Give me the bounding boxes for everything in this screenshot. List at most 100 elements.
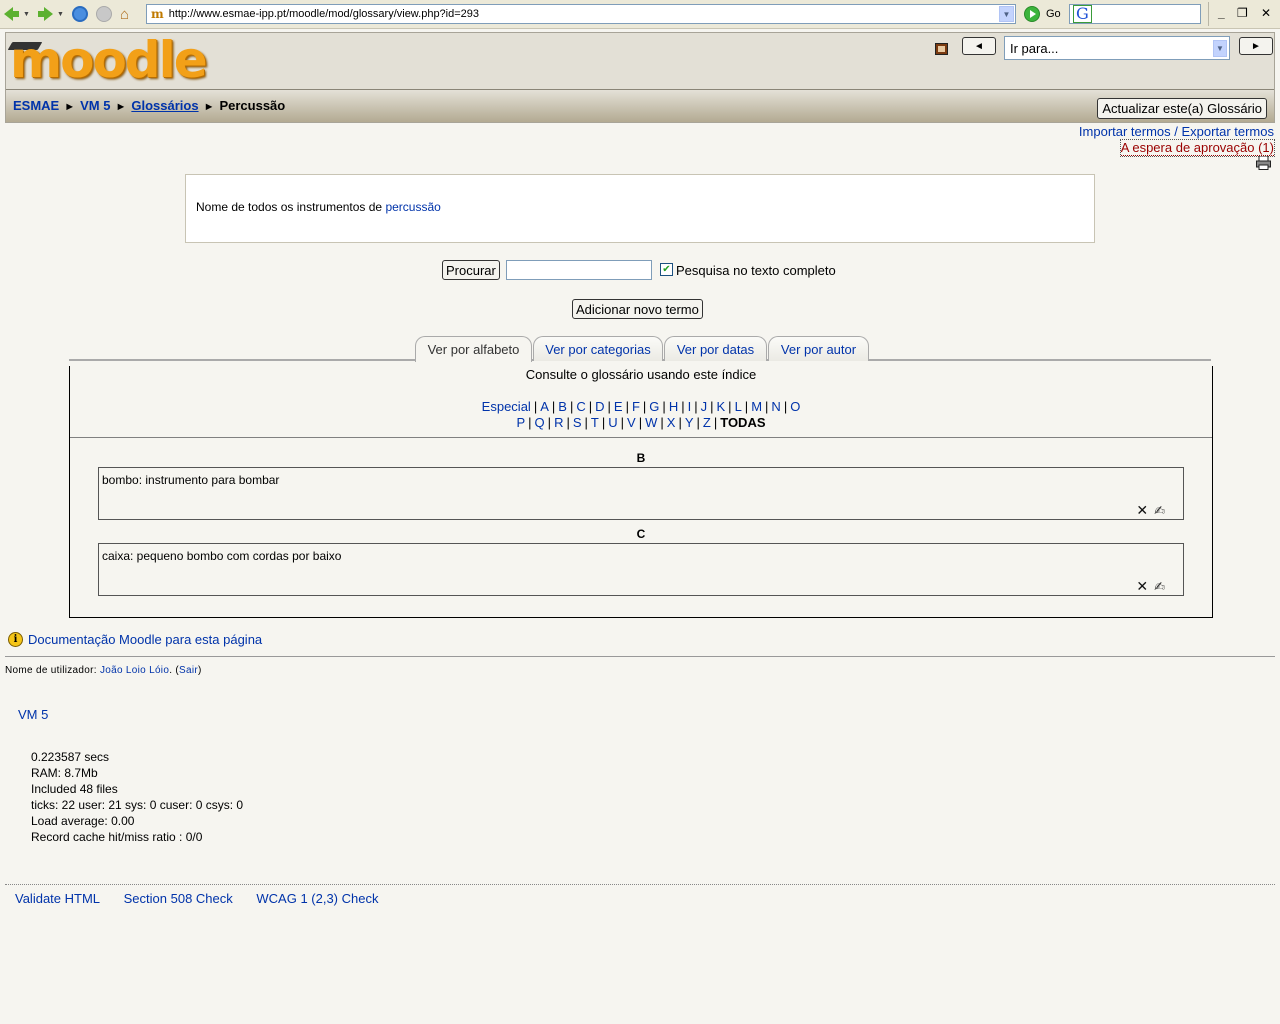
address-bar[interactable]: m http://www.esmae-ipp.pt/moodle/mod/glo…	[146, 4, 1016, 24]
index-letter-a[interactable]: A	[540, 399, 549, 414]
url-text: http://www.esmae-ipp.pt/moodle/mod/gloss…	[168, 8, 480, 20]
letter-heading: C	[636, 527, 646, 541]
back-button[interactable]: ▼	[4, 5, 30, 23]
add-entry-button[interactable]: Adicionar novo termo	[572, 299, 703, 319]
edit-icon[interactable]: ✍	[1154, 580, 1165, 593]
index-letter-v[interactable]: V	[627, 415, 636, 430]
index-letter-t[interactable]: T	[591, 415, 599, 430]
close-button[interactable]: ✕	[1261, 6, 1271, 20]
section508-link[interactable]: Section 508 Check	[124, 891, 233, 906]
index-separator: |	[744, 399, 749, 414]
pending-approval-link[interactable]: A espera de aprovação (1)	[1119, 139, 1276, 157]
index-letter-especial[interactable]: Especial	[482, 399, 531, 414]
index-letter-y[interactable]: Y	[685, 415, 694, 430]
restore-button[interactable]: ❐	[1237, 6, 1248, 20]
tab-by-date[interactable]: Ver por datas	[664, 336, 767, 361]
perf-ram: RAM: 8.7Mb	[31, 766, 98, 780]
google-search-box[interactable]: G	[1069, 4, 1201, 24]
jump-prev-button[interactable]: ◄	[962, 37, 996, 55]
index-letter-p[interactable]: P	[516, 415, 525, 430]
breadcrumb-separator: ►	[203, 101, 215, 113]
index-separator: |	[607, 399, 611, 414]
alphabet-row-1: Especial | A | B | C | D | E | F | G | H | I | J | K | L | M | N | O	[70, 399, 1212, 414]
search-button[interactable]: Procurar	[442, 260, 500, 280]
index-letter-d[interactable]: D	[595, 399, 604, 414]
panel-divider	[70, 437, 1212, 438]
index-letter-s[interactable]: S	[573, 415, 582, 430]
tab-by-category[interactable]: Ver por categorias	[533, 336, 663, 361]
delete-icon[interactable]: ✕	[1136, 503, 1148, 517]
glossary-entry: caixa: pequeno bombo com cordas por baix…	[98, 543, 1184, 596]
export-terms-link[interactable]: Exportar termos	[1182, 124, 1274, 139]
index-separator: |	[625, 399, 629, 414]
entry-text: bombo: instrumento para bombar	[102, 473, 280, 487]
fulltext-checkbox[interactable]: ✔	[660, 263, 673, 276]
forward-button[interactable]: ▼	[38, 5, 64, 23]
search-input[interactable]	[506, 260, 652, 280]
fulltext-label: Pesquisa no texto completo	[676, 263, 836, 278]
index-separator: |	[547, 415, 552, 430]
index-letter-n[interactable]: N	[771, 399, 780, 414]
index-letter-b[interactable]: B	[558, 399, 567, 414]
edit-icon[interactable]: ✍	[1154, 504, 1165, 517]
import-terms-link[interactable]: Importar termos	[1079, 124, 1171, 139]
index-separator: |	[765, 399, 769, 414]
index-letter-m[interactable]: M	[751, 399, 762, 414]
percussao-link[interactable]: percussão	[385, 200, 440, 214]
index-separator: |	[533, 399, 538, 414]
index-letter-o[interactable]: O	[790, 399, 800, 414]
index-letter-r[interactable]: R	[554, 415, 563, 430]
index-letter-l[interactable]: L	[735, 399, 742, 414]
index-letter-x[interactable]: X	[667, 415, 676, 430]
index-letter-k[interactable]: K	[717, 399, 726, 414]
perf-files: Included 48 files	[31, 782, 118, 796]
go-button[interactable]: Go	[1046, 8, 1061, 20]
refresh-button[interactable]	[72, 5, 88, 23]
index-letter-f[interactable]: F	[632, 399, 640, 414]
jump-to-select[interactable]: Ir para... ▼	[1004, 36, 1230, 60]
moodle-header: moodle ◄ Ir para... ▼ ► ESMAE ► VM 5 ► Gloss…	[5, 32, 1275, 123]
breadcrumb-glossarios[interactable]: Glossários	[131, 98, 198, 113]
course-home-link[interactable]: VM 5	[18, 707, 48, 722]
tab-by-alphabet[interactable]: Ver por alfabeto	[415, 336, 532, 362]
home-button[interactable]: ⌂	[120, 5, 129, 23]
glossary-intro-text: Nome de todos os instrumentos de percuss…	[196, 200, 441, 214]
index-letter-c[interactable]: C	[576, 399, 585, 414]
index-separator: |	[638, 415, 643, 430]
wcag-link[interactable]: WCAG 1 (2,3) Check	[256, 891, 378, 906]
moodle-docs-link[interactable]: Documentação Moodle para esta página	[28, 632, 262, 647]
index-letter-w[interactable]: W	[645, 415, 657, 430]
minimize-button[interactable]: _	[1218, 6, 1225, 20]
go-icon[interactable]	[1024, 6, 1040, 22]
breadcrumb-esmae[interactable]: ESMAE	[13, 98, 59, 113]
index-letter-h[interactable]: H	[669, 399, 678, 414]
validate-html-link[interactable]: Validate HTML	[15, 891, 100, 906]
logout-link[interactable]: Sair	[179, 665, 198, 676]
info-icon: i	[8, 632, 23, 647]
index-letter-j[interactable]: J	[701, 399, 708, 414]
perf-time: 0.223587 secs	[31, 750, 110, 764]
tab-by-author[interactable]: Ver por autor	[768, 336, 869, 361]
index-letter-q[interactable]: Q	[535, 415, 545, 430]
validators-divider	[5, 884, 1275, 885]
stop-button[interactable]	[96, 5, 112, 23]
index-letter-g[interactable]: G	[649, 399, 659, 414]
index-letter-u[interactable]: U	[608, 415, 617, 430]
index-letter-z[interactable]: Z	[703, 415, 711, 430]
index-separator: |	[678, 415, 682, 430]
google-icon: G	[1073, 5, 1092, 23]
performance-info: 0.223587 secs RAM: 8.7Mb Included 48 fil…	[31, 749, 243, 845]
alphabet-row-2: P | Q | R | S | T | U | V | W | X | Y | Z | TODAS	[70, 415, 1212, 430]
url-dropdown-icon[interactable]: ▼	[999, 6, 1014, 22]
moodle-logo[interactable]: moodle	[10, 33, 208, 87]
jump-next-button[interactable]: ►	[1239, 37, 1273, 55]
stats-icon[interactable]	[935, 43, 948, 55]
index-letter-i[interactable]: I	[688, 399, 692, 414]
intro-text: Nome de todos os instrumentos de	[196, 200, 386, 214]
user-profile-link[interactable]: João Loio Lóio	[100, 665, 169, 676]
printer-icon[interactable]	[1256, 156, 1271, 170]
breadcrumb-vm5[interactable]: VM 5	[80, 98, 110, 113]
delete-icon[interactable]: ✕	[1136, 579, 1148, 593]
update-glossary-button[interactable]: Actualizar este(a) Glossário	[1097, 98, 1267, 119]
index-letter-e[interactable]: E	[614, 399, 623, 414]
